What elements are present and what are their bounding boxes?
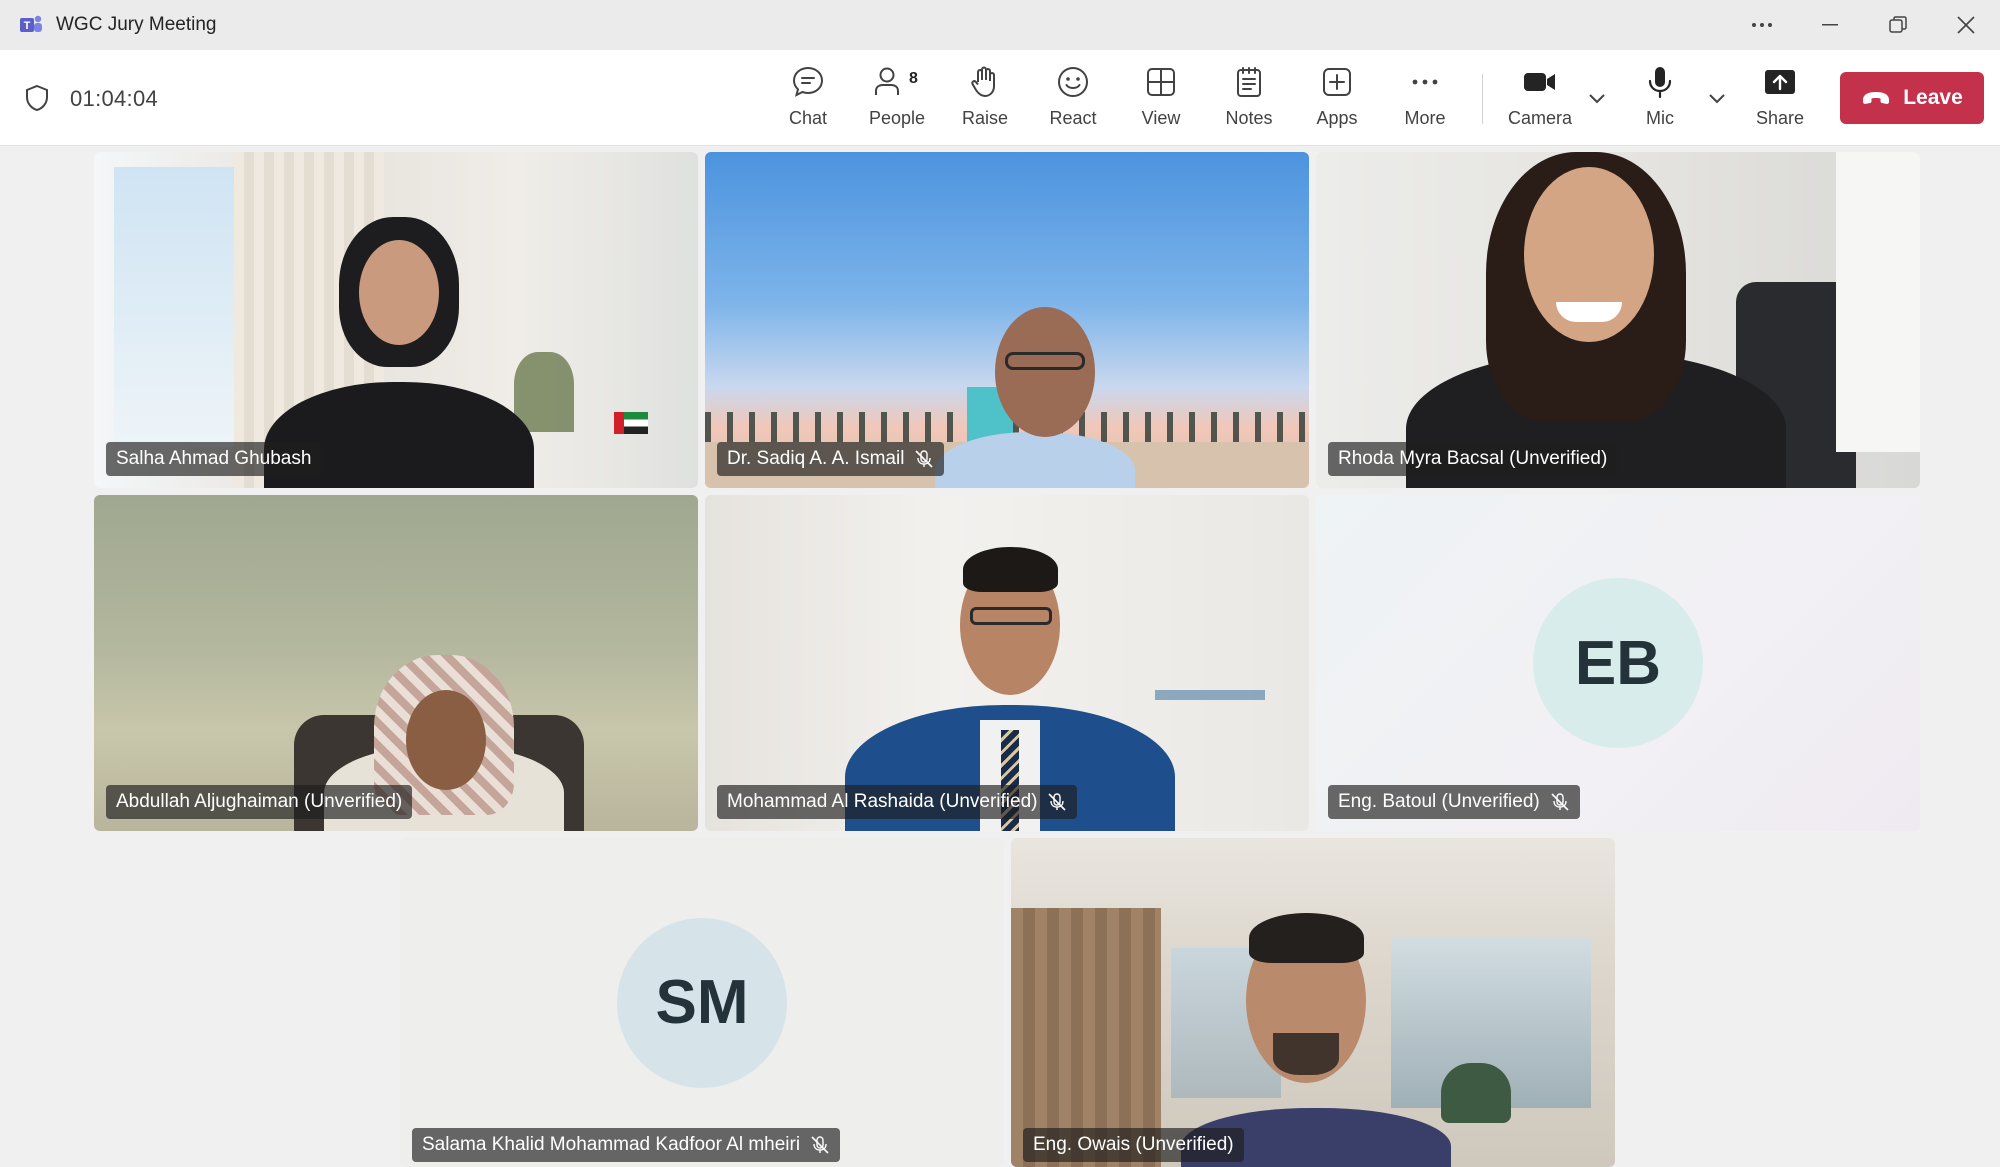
notes-icon [1231, 64, 1267, 100]
person-face [406, 690, 486, 790]
notes-label: Notes [1225, 108, 1273, 128]
participant-name: Eng. Batoul (Unverified) [1338, 791, 1540, 812]
glasses [970, 607, 1052, 625]
raise-hand-button[interactable]: Raise [945, 64, 1025, 134]
video-tile-salama[interactable]: SM Salama Khalid Mohammad Kadfoor Al mhe… [400, 838, 1004, 1167]
video-tile-rhoda[interactable]: Rhoda Myra Bacsal (Unverified) [1316, 152, 1920, 488]
participant-name-tag: Salama Khalid Mohammad Kadfoor Al mheiri [412, 1128, 841, 1162]
view-button[interactable]: View [1121, 64, 1201, 134]
video-tile-mohammad[interactable]: Mohammad Al Rashaida (Unverified) [705, 495, 1309, 831]
window-title: WGC Jury Meeting [56, 14, 217, 35]
video-tile-sadiq[interactable]: Dr. Sadiq A. A. Ismail [705, 152, 1309, 488]
avatar: SM [617, 917, 787, 1088]
participant-name: Rhoda Myra Bacsal (Unverified) [1338, 448, 1608, 469]
participant-name-tag: Eng. Batoul (Unverified) [1328, 785, 1580, 819]
participant-name: Eng. Owais (Unverified) [1033, 1134, 1234, 1155]
camera-label: Camera [1507, 108, 1573, 128]
participant-name-tag: Dr. Sadiq A. A. Ismail [717, 442, 945, 476]
plant [514, 352, 574, 432]
people-count-badge: 8 [909, 70, 918, 87]
more-icon [1407, 64, 1443, 100]
camera-icon [1522, 64, 1558, 100]
raise-label: Raise [961, 108, 1009, 128]
participant-name: Salama Khalid Mohammad Kadfoor Al mheiri [422, 1134, 801, 1155]
uae-flag [614, 412, 648, 434]
svg-text:T: T [24, 20, 31, 32]
participant-name-tag: Mohammad Al Rashaida (Unverified) [717, 785, 1078, 819]
grid-view-icon [1143, 64, 1179, 100]
participant-name-tag: Rhoda Myra Bacsal (Unverified) [1328, 442, 1618, 476]
people-button[interactable]: 8 People [857, 64, 937, 134]
participant-name: Dr. Sadiq A. A. Ismail [727, 448, 905, 469]
leave-label: Leave [1903, 86, 1963, 109]
leave-button[interactable]: Leave [1840, 72, 1984, 124]
participant-name-tag: Eng. Owais (Unverified) [1023, 1128, 1244, 1162]
avatar: EB [1533, 578, 1703, 748]
shield-icon[interactable] [24, 84, 50, 112]
window-light [1836, 152, 1920, 452]
more-label: More [1404, 108, 1446, 128]
participant-name-tag: Abdullah Aljughaiman (Unverified) [106, 785, 413, 819]
people-icon: 8 [875, 64, 918, 100]
video-tile-owais[interactable]: Eng. Owais (Unverified) [1011, 838, 1615, 1167]
beard [1273, 1033, 1339, 1075]
apps-label: Apps [1316, 108, 1358, 128]
minimize-icon[interactable] [1796, 0, 1864, 50]
wall-art [1155, 690, 1265, 700]
mic-options-chevron-down-icon[interactable] [1705, 86, 1729, 110]
mic-off-icon [1551, 793, 1569, 811]
participant-name: Mohammad Al Rashaida (Unverified) [727, 791, 1038, 812]
participant-name-tag: Salha Ahmad Ghubash [106, 442, 322, 476]
notes-button[interactable]: Notes [1209, 64, 1289, 134]
hair [1249, 913, 1364, 963]
chat-icon [790, 64, 826, 100]
mic-label: Mic [1646, 108, 1674, 128]
window-controls [1728, 0, 2000, 50]
more-button[interactable]: More [1385, 64, 1465, 134]
hang-up-icon [1863, 92, 1890, 104]
share-label: Share [1755, 108, 1805, 128]
restore-icon[interactable] [1864, 0, 1932, 50]
glasses [1005, 352, 1085, 370]
camera-options-chevron-down-icon[interactable] [1585, 86, 1609, 110]
raise-hand-icon [967, 64, 1003, 100]
people-label: People [868, 108, 926, 128]
title-bar: T WGC Jury Meeting [0, 0, 2000, 50]
green-chair [1441, 1063, 1511, 1123]
share-screen-icon [1762, 64, 1798, 100]
person-face [359, 240, 439, 345]
meeting-toolbar: 01:04:04 Chat 8 People Raise React View [0, 50, 2000, 146]
meeting-timer: 01:04:04 [70, 86, 159, 111]
video-tile-batoul[interactable]: EB Eng. Batoul (Unverified) [1316, 495, 1920, 831]
chat-label: Chat [788, 108, 828, 128]
mic-off-icon [915, 450, 933, 468]
hair [963, 547, 1058, 592]
mic-button[interactable]: Mic [1620, 64, 1700, 134]
smile [1556, 302, 1622, 322]
participant-name: Salha Ahmad Ghubash [116, 448, 312, 469]
microphone-icon [1642, 64, 1678, 100]
react-label: React [1049, 108, 1097, 128]
share-button[interactable]: Share [1740, 64, 1820, 134]
chat-button[interactable]: Chat [768, 64, 848, 134]
participant-name: Abdullah Aljughaiman (Unverified) [116, 791, 403, 812]
window-more-icon[interactable] [1728, 0, 1796, 50]
close-window-icon[interactable] [1932, 0, 2000, 50]
smiley-icon [1055, 64, 1091, 100]
video-tile-salha[interactable]: Salha Ahmad Ghubash [94, 152, 698, 488]
mic-off-icon [811, 1136, 829, 1154]
video-tile-abdullah[interactable]: Abdullah Aljughaiman (Unverified) [94, 495, 698, 831]
react-button[interactable]: React [1033, 64, 1113, 134]
person-face [995, 307, 1095, 437]
mic-off-icon [1048, 793, 1067, 811]
apps-button[interactable]: Apps [1297, 64, 1377, 134]
view-label: View [1141, 108, 1181, 128]
camera-button[interactable]: Camera [1500, 64, 1580, 134]
toolbar-divider [1482, 74, 1483, 124]
teams-logo-icon: T [20, 15, 42, 32]
add-app-icon [1319, 64, 1355, 100]
